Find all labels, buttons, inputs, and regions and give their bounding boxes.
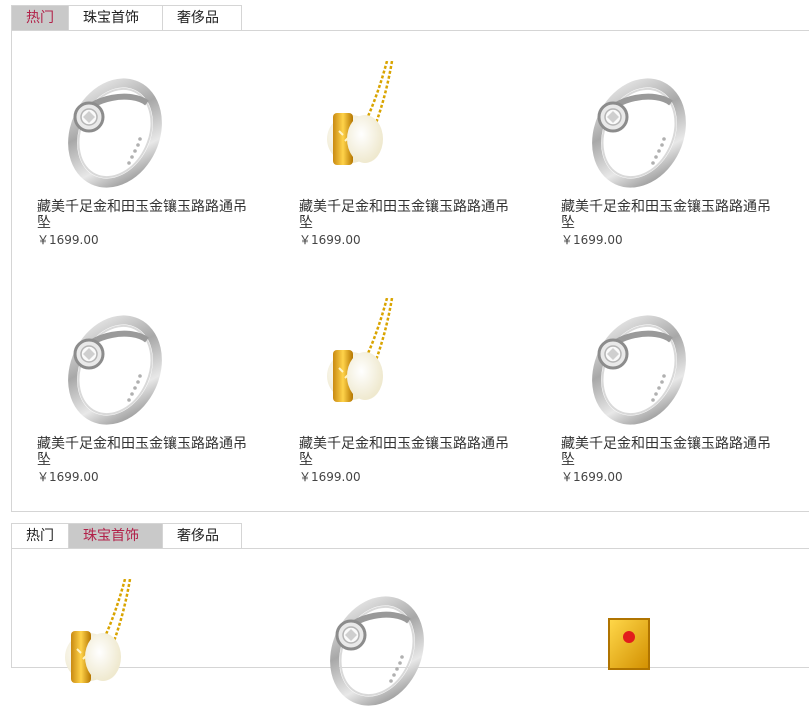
- product-name[interactable]: 藏美千足金和田玉金镶玉路路通吊坠: [37, 199, 252, 231]
- product-panel-1: 热门 珠宝首饰 奢侈品 藏美千足金和田玉金镶玉路路通吊坠 ￥1699.00 藏美…: [11, 5, 809, 512]
- product-name[interactable]: 藏美千足金和田玉金镶玉路路通吊坠: [561, 199, 776, 231]
- tab-hot[interactable]: 热门: [11, 5, 69, 30]
- ring-image[interactable]: [37, 298, 177, 428]
- product-price: ￥1699.00: [299, 470, 361, 484]
- ring-image[interactable]: [561, 61, 701, 191]
- gold-bar-image[interactable]: [561, 579, 701, 709]
- pendant-image[interactable]: [299, 297, 439, 428]
- pendant-image[interactable]: [37, 578, 177, 709]
- tab-luxury[interactable]: 奢侈品: [162, 5, 242, 30]
- product-name[interactable]: 藏美千足金和田玉金镶玉路路通吊坠: [299, 199, 514, 231]
- product-panel-2: 热门 珠宝首饰 奢侈品: [11, 523, 809, 706]
- product-price: ￥1699.00: [37, 470, 99, 484]
- product-grid: [11, 548, 809, 706]
- product-name[interactable]: 藏美千足金和田玉金镶玉路路通吊坠: [561, 436, 776, 468]
- tab-luxury[interactable]: 奢侈品: [162, 523, 242, 548]
- product-name[interactable]: 藏美千足金和田玉金镶玉路路通吊坠: [299, 436, 514, 468]
- tab-jewelry[interactable]: 珠宝首饰: [68, 5, 163, 30]
- product-price: ￥1699.00: [37, 233, 99, 247]
- ring-image[interactable]: [37, 61, 177, 191]
- product-grid: 藏美千足金和田玉金镶玉路路通吊坠 ￥1699.00 藏美千足金和田玉金镶玉路路通…: [11, 30, 809, 512]
- pendant-image[interactable]: [299, 60, 439, 191]
- product-price: ￥1699.00: [561, 470, 623, 484]
- product-price: ￥1699.00: [299, 233, 361, 247]
- tab-jewelry[interactable]: 珠宝首饰: [68, 523, 163, 548]
- ring-image[interactable]: [299, 579, 439, 709]
- tab-bar: 热门 珠宝首饰 奢侈品: [11, 523, 242, 549]
- product-name[interactable]: 藏美千足金和田玉金镶玉路路通吊坠: [37, 436, 252, 468]
- product-price: ￥1699.00: [561, 233, 623, 247]
- ring-image[interactable]: [561, 298, 701, 428]
- tab-hot[interactable]: 热门: [11, 523, 69, 548]
- tab-bar: 热门 珠宝首饰 奢侈品: [11, 5, 242, 31]
